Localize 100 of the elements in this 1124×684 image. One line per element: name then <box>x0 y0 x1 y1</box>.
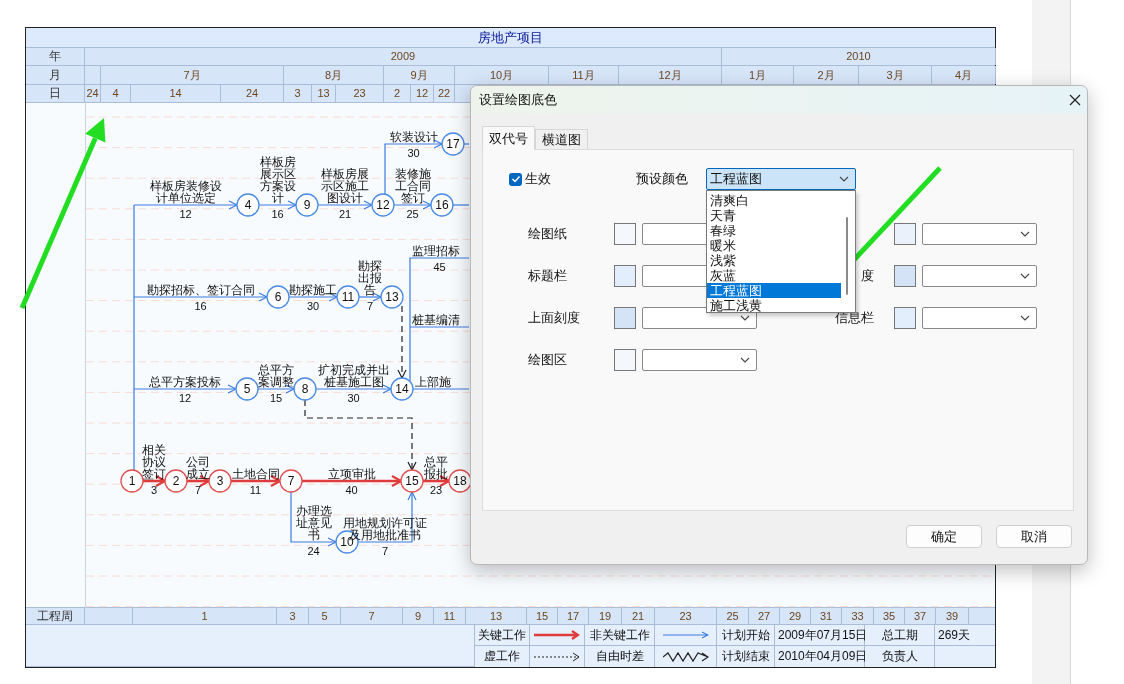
activity-name: 上部施 <box>415 376 452 388</box>
activity-duration: 7 <box>381 545 389 557</box>
activity-duration: 11 <box>249 484 262 496</box>
chevron-icon <box>839 176 849 182</box>
dropdown-option[interactable]: 暖米 <box>707 238 841 253</box>
month-cell: 3月 <box>859 66 932 84</box>
week-cell: 17 <box>558 608 589 624</box>
activity-duration: 30 <box>347 392 360 404</box>
dotted-arrow-icon <box>534 651 580 662</box>
close-icon[interactable] <box>1069 94 1081 106</box>
dropdown-option[interactable]: 浅紫 <box>707 253 841 268</box>
color-select[interactable] <box>922 265 1037 287</box>
dropdown-option[interactable]: 清爽白 <box>707 193 841 208</box>
event-node: 14 <box>390 377 414 401</box>
week-cell: 3 <box>277 608 309 624</box>
week-cell: 15 <box>527 608 558 624</box>
color-swatch[interactable] <box>894 307 916 329</box>
wavy-arrow-icon <box>662 650 709 663</box>
color-swatch[interactable] <box>614 349 636 371</box>
month-cell: 8月 <box>284 66 384 84</box>
color-swatch[interactable] <box>614 265 636 287</box>
activity-duration: 16 <box>271 208 284 220</box>
color-swatch[interactable] <box>614 223 636 245</box>
dropdown-option[interactable]: 施工浅黄 <box>707 298 841 313</box>
legend-label: 虚工作 <box>475 646 530 667</box>
activity-name: 总平方案投标 <box>148 376 222 388</box>
activity-name: 软装设计 <box>389 131 438 143</box>
dropdown-option[interactable]: 灰蓝 <box>707 268 841 283</box>
week-cell: 1 <box>133 608 277 624</box>
chevron-icon <box>1020 231 1030 237</box>
day-cell: 3 <box>284 85 312 102</box>
week-cell: 11 <box>434 608 466 624</box>
week-cell: 13 <box>466 608 527 624</box>
info-value: 2010年04月09日 <box>775 646 865 667</box>
dropdown-option[interactable]: 工程蓝图 <box>707 283 841 298</box>
week-cell: 37 <box>905 608 936 624</box>
color-select[interactable] <box>922 223 1037 245</box>
event-node: 12 <box>371 193 395 217</box>
activity-name: 相关协议签订 <box>141 444 167 480</box>
week-cell: 9 <box>403 608 434 624</box>
info-value: 269天 <box>935 625 995 646</box>
dialog-button[interactable]: 确定 <box>906 525 982 548</box>
color-swatch[interactable] <box>894 223 916 245</box>
legend-label: 自由时差 <box>585 646 655 667</box>
legend-label: 关键工作 <box>475 625 530 646</box>
month-cell: 11月 <box>549 66 619 84</box>
day-cell: 4 <box>101 85 131 102</box>
year-cell: 2010 <box>722 48 996 65</box>
activity-name: 桩基编清 <box>412 314 461 326</box>
field-label: 标题栏 <box>528 267 568 285</box>
checkbox-label: 生效 <box>525 170 551 188</box>
chevron-icon <box>1020 315 1030 321</box>
event-node: 9 <box>295 193 319 217</box>
day-cell: 14 <box>131 85 221 102</box>
event-node: 6 <box>266 285 290 309</box>
activity-name: 扩初完成并出桩基施工图 <box>317 364 390 388</box>
activity-name: 立项审批 <box>327 468 376 480</box>
field-label: 绘图区 <box>528 351 568 369</box>
activity-duration: 45 <box>433 261 446 273</box>
activity-duration: 24 <box>307 545 320 557</box>
color-swatch[interactable] <box>894 265 916 287</box>
chevron-icon <box>740 357 750 363</box>
checkbox[interactable] <box>509 172 522 186</box>
activity-duration: 3 <box>150 484 158 496</box>
week-cell: 39 <box>936 608 969 624</box>
tab[interactable]: 横道图 <box>535 129 588 149</box>
week-cell: 7 <box>341 608 403 624</box>
day-cell: 12 <box>411 85 434 102</box>
month-cell: 7月 <box>101 66 284 84</box>
activity-duration: 40 <box>345 484 358 496</box>
color-swatch[interactable] <box>614 307 636 329</box>
activity-duration: 21 <box>338 208 352 220</box>
info-label: 负责人 <box>865 646 935 667</box>
event-node: 4 <box>236 193 260 217</box>
color-select[interactable] <box>922 307 1037 329</box>
week-cell: 21 <box>622 608 655 624</box>
activity-name: 样板房展示区方案设计 <box>259 156 296 204</box>
day-cell: 24 <box>221 85 284 102</box>
dropdown-option[interactable]: 春绿 <box>707 223 841 238</box>
event-node: 5 <box>235 377 259 401</box>
week-cell: 29 <box>780 608 811 624</box>
month-cell: 9月 <box>384 66 455 84</box>
field-label: 绘图纸 <box>528 225 568 243</box>
info-value: 2009年07月15日 <box>775 625 865 646</box>
week-cell: 33 <box>842 608 874 624</box>
scale-label: 年 <box>26 48 85 65</box>
year-cell: 2009 <box>85 48 722 65</box>
activity-duration: 25 <box>406 208 419 220</box>
color-select[interactable] <box>642 349 757 371</box>
event-node: 15 <box>400 469 424 493</box>
month-cell: 12月 <box>619 66 722 84</box>
dropdown-option[interactable]: 天青 <box>707 208 841 223</box>
activity-name: 样板房展示区施工图设计 <box>320 168 370 204</box>
tab[interactable]: 双代号 <box>482 126 535 150</box>
scrollbar[interactable] <box>846 217 848 295</box>
dialog-button[interactable]: 取消 <box>996 525 1072 548</box>
week-cell: 5 <box>309 608 341 624</box>
event-node: 7 <box>279 469 303 493</box>
month-cell: 4月 <box>932 66 996 84</box>
event-node: 16 <box>430 193 454 217</box>
